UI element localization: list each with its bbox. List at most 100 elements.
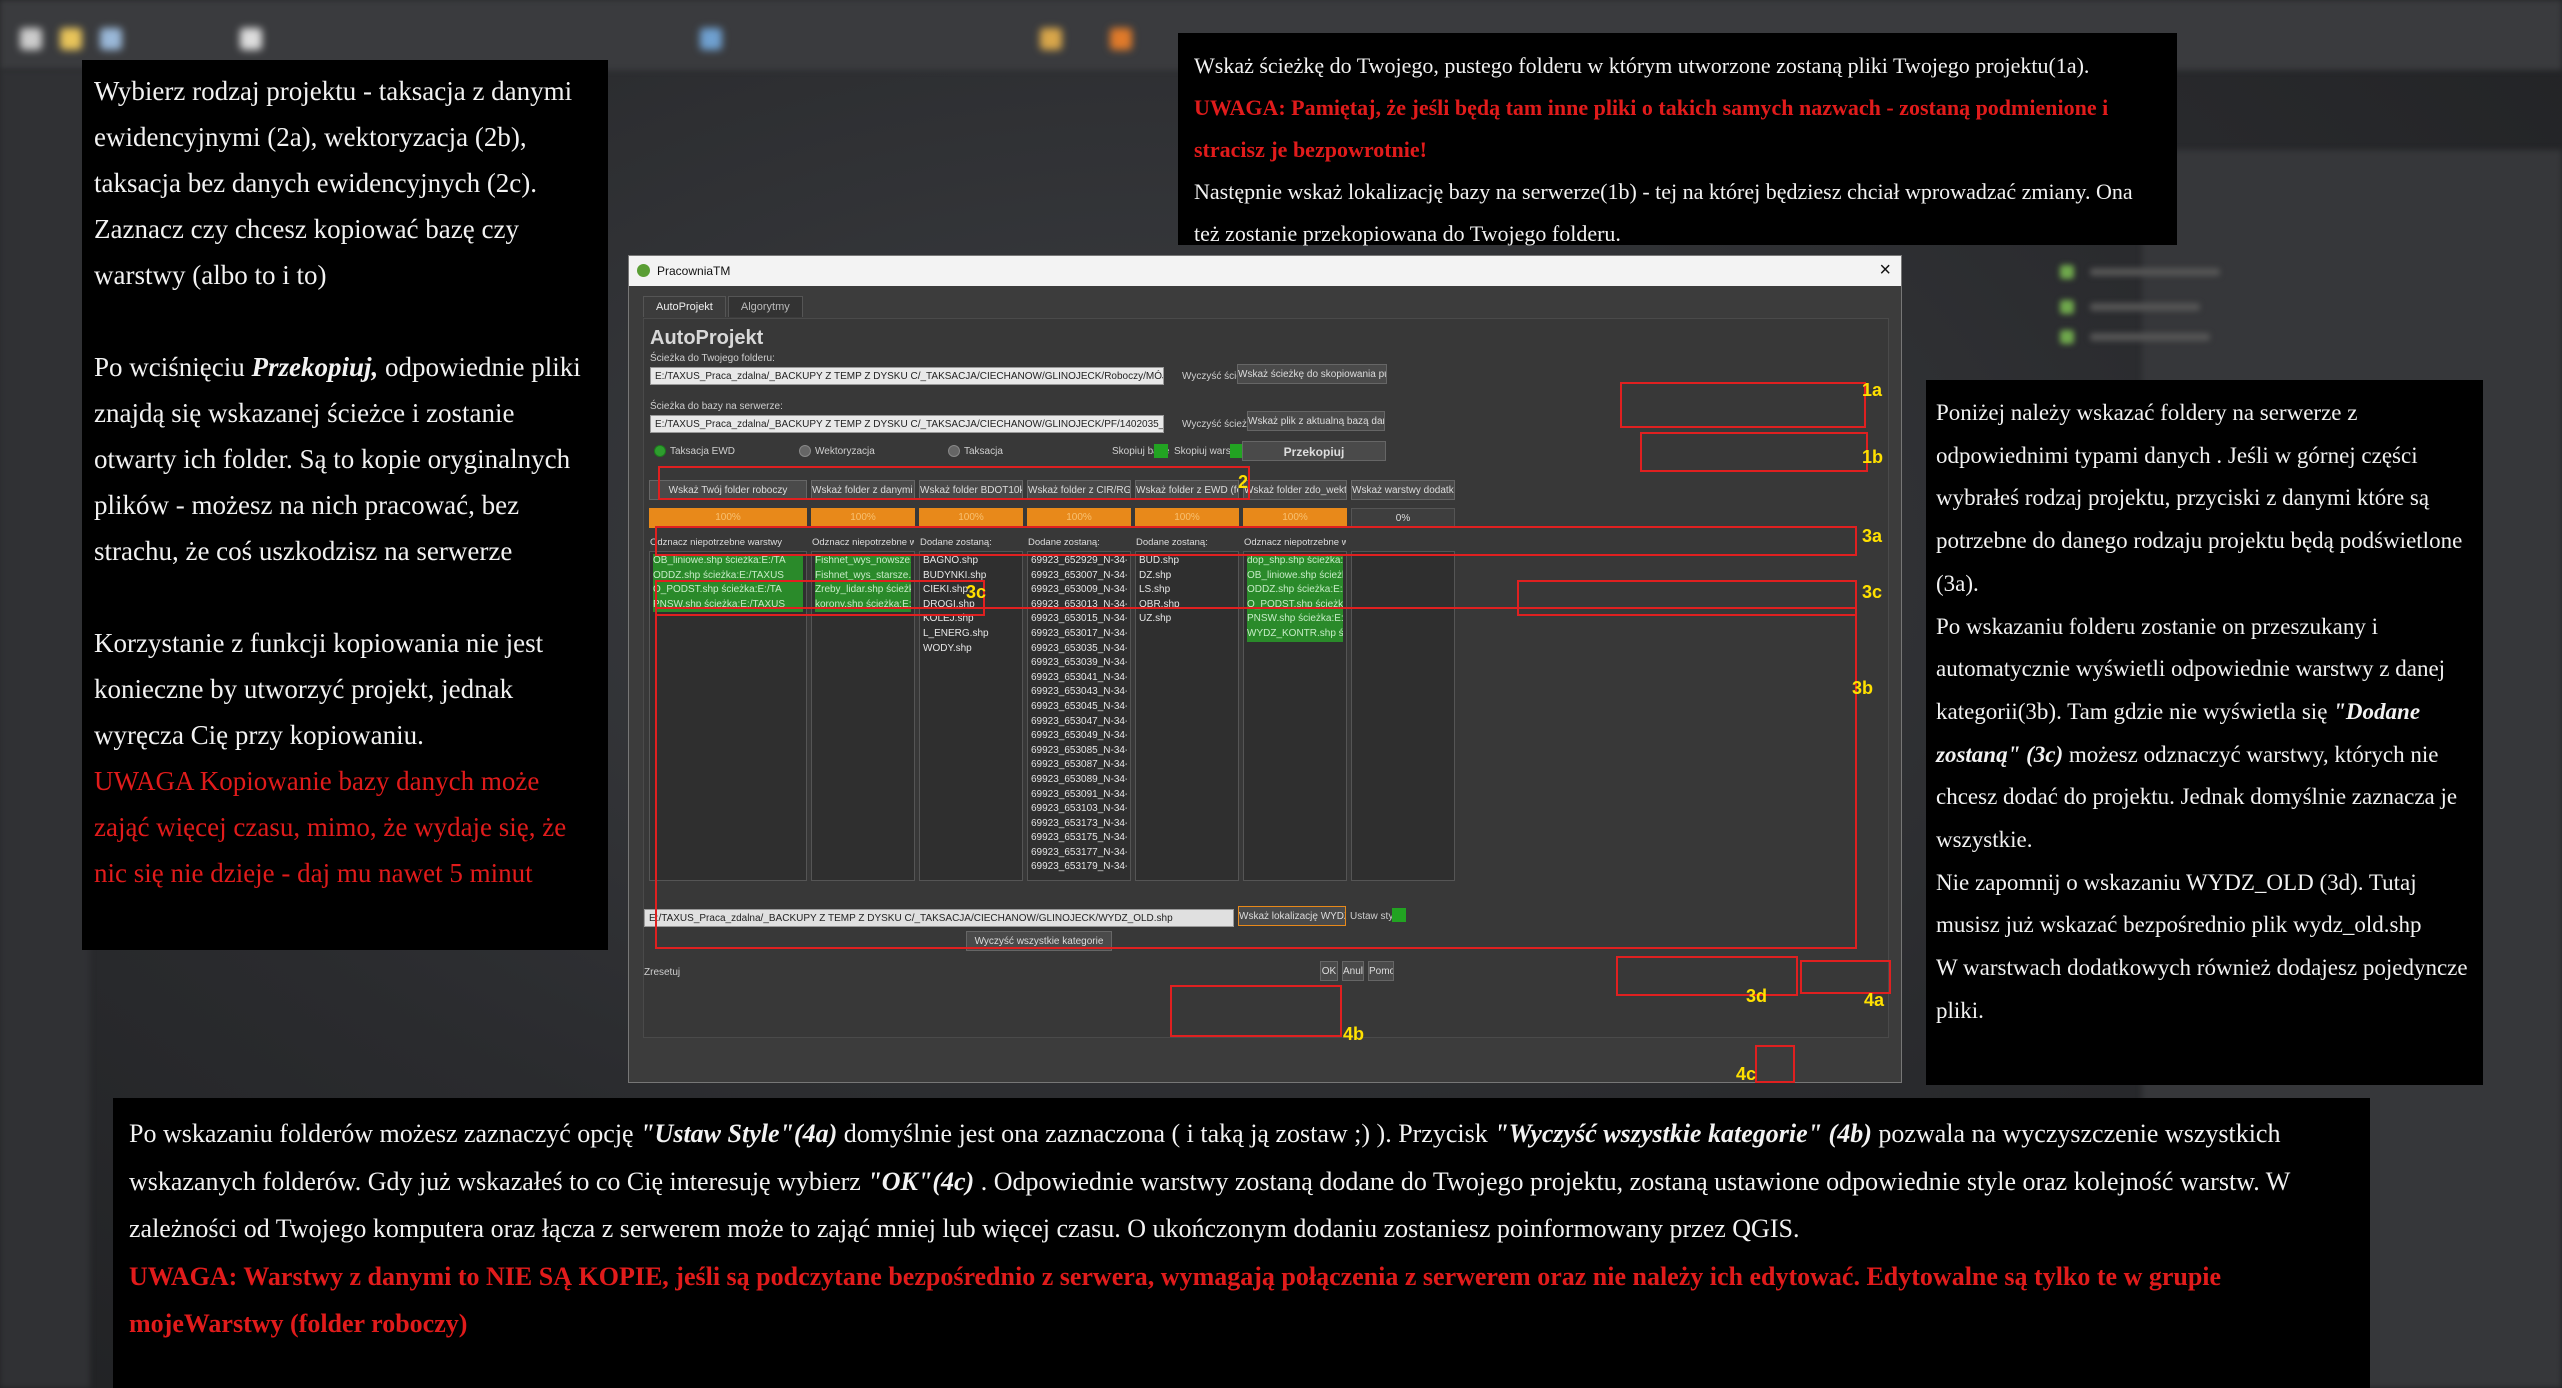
btn-wektoryzacja-folder[interactable]: Wskaż folder zdo_wektoryzacji — [1243, 480, 1347, 500]
note-bottom-text: Po wskazaniu folderów możesz zaznaczyć o… — [129, 1110, 2354, 1253]
radio-taksacja-ewd-label: Taksacja EWD — [670, 446, 736, 457]
toolbar-icon — [1110, 28, 1132, 50]
tag-3d: 3d — [1746, 986, 1768, 1006]
layer-row — [2090, 268, 2220, 276]
btn-dodatkowe-layers[interactable]: Wskaż warstwy dodatkowe — [1351, 480, 1455, 500]
radio-taksacja-label: Taksacja — [964, 446, 1003, 457]
list-item[interactable]: Fishnet_wys_nowsze.shp ścieżk — [815, 554, 911, 569]
layer-icon — [2060, 300, 2074, 314]
przekopiuj-button[interactable]: Przekopiuj — [1242, 441, 1386, 461]
list-item: 69923_653009_N-34-113-B-c- — [1031, 584, 1127, 596]
text: domyślnie jest ona zaznaczona ( i taką j… — [837, 1119, 1495, 1148]
toolbar-icon — [100, 28, 122, 50]
progress-bar: 100% — [919, 508, 1023, 528]
reset-button[interactable]: Zresetuj — [644, 967, 680, 978]
note-right-t1: Poniżej należy wskazać foldery na serwer… — [1936, 400, 2463, 596]
annotation-frame-1b — [1640, 432, 1868, 472]
tag-1a: 1a — [1862, 380, 1883, 400]
ok-button[interactable]: OK — [1320, 961, 1338, 981]
layer-icon — [2060, 265, 2074, 279]
note-left-p2: Po wciśnięciu Przekopiuj, odpowiednie pl… — [94, 344, 596, 574]
text: Po wskazaniu folderów możesz zaznaczyć o… — [129, 1119, 641, 1148]
toolbar-icon — [240, 28, 262, 50]
radio-taksacja[interactable] — [948, 445, 960, 457]
note-right-t3: Nie zapomnij o wskazaniu WYDZ_OLD (3d). … — [1936, 869, 2422, 938]
dialog-title: PracowniaTM — [657, 264, 731, 278]
list-item: BAGNO.shp — [923, 555, 979, 566]
list-item[interactable]: ODDZ.shp ścieżka:E:/TAXUS_Pr — [1247, 583, 1343, 598]
text-emphasis: Przekopiuj, — [251, 352, 379, 382]
progress-bar: 0% — [1351, 508, 1455, 528]
toolbar-icon — [700, 28, 722, 50]
tag-3a: 3a — [1862, 526, 1883, 546]
tag-1b: 1b — [1862, 447, 1884, 467]
tag-3c-right: 3c — [1862, 582, 1883, 602]
note-right-t2: Po wskazaniu folderu zostanie on przeszu… — [1936, 606, 2473, 862]
annotation-frame-4a — [1800, 960, 1891, 994]
select-db-button[interactable]: Wskaż plik z aktualną bazą danych — [1247, 411, 1385, 431]
tag-4a: 4a — [1864, 990, 1885, 1010]
annotation-frame-4b — [1170, 985, 1342, 1037]
toolbar-icon — [20, 28, 42, 50]
note-left-p3: Korzystanie z funkcji kopiowania nie jes… — [94, 628, 544, 750]
folder-label: Ścieżka do Twojego folderu: — [650, 353, 775, 364]
layer-row — [2090, 303, 2200, 311]
text: Po wciśnięciu — [94, 352, 252, 382]
text-emphasis: "Ustaw Style"(4a) — [640, 1119, 838, 1148]
help-button[interactable]: Pomoc — [1368, 961, 1394, 981]
list-item[interactable]: OB_liniowe.shp ścieżka:E:/TA — [653, 554, 803, 569]
list-item[interactable]: dop_shp.shp ścieżka:E:/TAXUS_ — [1247, 554, 1343, 569]
progress-bar: 100% — [1243, 508, 1347, 528]
annotation-frame-3b — [655, 607, 1857, 949]
list-item: 69923_653007_N-34-113-B-c- — [1031, 569, 1127, 581]
progress-bar: 100% — [811, 508, 915, 528]
qgis-logo-icon — [637, 264, 650, 277]
list-item: 69923_652929_N-34-113-A-d- — [1031, 555, 1127, 566]
close-icon[interactable]: × — [1879, 259, 1891, 282]
layer-row — [2090, 333, 2210, 341]
folder-path-field[interactable]: E:/TAXUS_Praca_zdalna/_BACKUPY Z TEMP Z … — [650, 367, 1164, 385]
text: odpowiednie pliki znajdą się wskazanej ś… — [94, 352, 581, 566]
annotation-frame-1a — [1620, 382, 1866, 428]
tag-4b: 4b — [1343, 1024, 1365, 1044]
tag-3b: 3b — [1852, 678, 1874, 698]
toolbar-icon — [60, 28, 82, 50]
list-item: LS.shp — [1139, 584, 1171, 596]
note-top-warning: UWAGA: Pamiętaj, że jeśli będą tam inne … — [1194, 95, 2109, 162]
note-left-p1: Wybierz rodzaj projektu - taksacja z dan… — [94, 76, 573, 290]
note-top-l1: Wskaż ścieżkę do Twojego, pustego folder… — [1194, 53, 2090, 78]
note-right-t4: W warstwach dodatkowych również dodajesz… — [1936, 955, 2468, 1023]
tab-bar: AutoProjekt Algorytmy — [643, 296, 805, 317]
annotation-frame-3d — [1616, 956, 1798, 996]
tab-algorytmy[interactable]: Algorytmy — [727, 296, 803, 317]
copy-db-checkbox[interactable] — [1154, 444, 1168, 458]
radio-taksacja-ewd[interactable] — [654, 445, 666, 457]
list-item: DZ.shp — [1139, 569, 1172, 581]
tag-4c: 4c — [1736, 1064, 1757, 1084]
note-left-warning: UWAGA Kopiowanie bazy danych może zająć … — [94, 766, 567, 888]
tag-3c-left: 3c — [966, 582, 987, 602]
cancel-button[interactable]: Anuluj — [1342, 961, 1364, 981]
left-panel-blurred — [0, 70, 90, 1388]
text-emphasis: "OK"(4c) — [867, 1166, 975, 1196]
note-top-l2: Następnie wskaż lokalizację bazy na serw… — [1194, 179, 2133, 246]
instruction-panel-top: Wskaż ścieżkę do Twojego, pustego folder… — [1178, 33, 2177, 246]
panel-heading: AutoProjekt — [650, 327, 764, 349]
text-emphasis: "Wyczyść wszystkie kategorie" (4b) — [1494, 1119, 1872, 1148]
select-folder-button[interactable]: Wskaż ścieżkę do skopiowania pustych war… — [1237, 364, 1387, 384]
list-item: BUD.shp — [1139, 555, 1180, 566]
annotation-frame-2 — [658, 466, 1250, 500]
db-label: Ścieżka do bazy na serwerze: — [650, 401, 783, 412]
layer-icon — [2060, 330, 2074, 344]
progress-bar: 100% — [649, 508, 807, 528]
list-item[interactable]: OB_liniowe.shp ścieżka:E:/TAX — [1247, 568, 1343, 584]
annotation-frame-4c — [1755, 1045, 1795, 1083]
db-path-field[interactable]: E:/TAXUS_Praca_zdalna/_BACKUPY Z TEMP Z … — [650, 415, 1164, 433]
toolbar-icon — [1040, 28, 1062, 50]
instruction-panel-bottom: Po wskazaniu folderów możesz zaznaczyć o… — [113, 1098, 2370, 1388]
instruction-panel-right: Poniżej należy wskazać foldery na serwer… — [1926, 380, 2483, 1085]
radio-wektoryzacja-label: Wektoryzacja — [815, 446, 875, 457]
tab-autoprojekt[interactable]: AutoProjekt — [643, 296, 726, 317]
radio-wektoryzacja[interactable] — [799, 445, 811, 457]
instruction-panel-left: Wybierz rodzaj projektu - taksacja z dan… — [82, 60, 608, 950]
